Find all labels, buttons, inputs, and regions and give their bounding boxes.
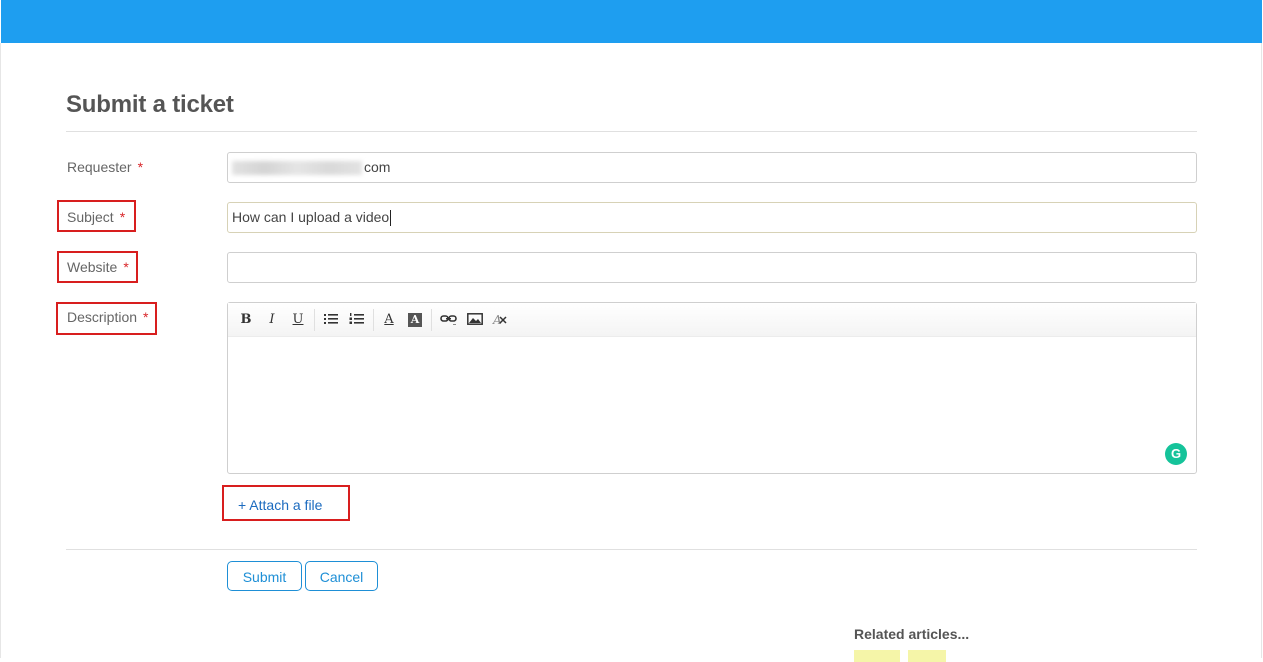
editor-toolbar: B I U A A A xyxy=(228,303,1196,337)
requester-label: Requester * xyxy=(67,159,143,175)
underline-button[interactable]: U xyxy=(289,312,307,328)
description-editor[interactable]: B I U A A A G xyxy=(227,302,1197,474)
requester-field[interactable]: com xyxy=(227,152,1197,183)
website-label-text: Website xyxy=(67,259,118,275)
image-icon xyxy=(467,313,483,325)
text-caret xyxy=(390,210,392,227)
clear-format-button[interactable]: A xyxy=(491,312,509,328)
grammarly-icon[interactable]: G xyxy=(1165,443,1187,465)
website-label: Website * xyxy=(67,259,129,275)
form-footer-divider xyxy=(66,549,1197,550)
description-label: Description * xyxy=(67,309,148,325)
related-articles-title: Related articles... xyxy=(854,626,970,642)
bold-button[interactable]: B xyxy=(237,312,255,328)
numbered-list-icon xyxy=(349,313,364,324)
submit-button[interactable]: Submit xyxy=(227,561,302,591)
link-button[interactable] xyxy=(440,312,458,328)
background-color-button[interactable]: A xyxy=(406,312,424,328)
requester-value-suffix: com xyxy=(364,159,391,175)
page-title: Submit a ticket xyxy=(66,91,234,118)
toolbar-separator xyxy=(314,309,315,331)
title-divider xyxy=(66,131,1197,132)
svg-text:A: A xyxy=(492,313,502,326)
related-article-link[interactable] xyxy=(854,650,900,662)
font-color-button[interactable]: A xyxy=(380,312,398,328)
requester-label-text: Requester xyxy=(67,159,132,175)
required-mark: * xyxy=(143,309,149,325)
image-button[interactable] xyxy=(466,312,484,328)
subject-label: Subject * xyxy=(67,209,125,225)
numbered-list-button[interactable] xyxy=(348,312,366,328)
toolbar-separator xyxy=(431,309,432,331)
required-mark: * xyxy=(119,209,126,225)
subject-value: How can I upload a video xyxy=(232,209,390,225)
bulleted-list-icon xyxy=(324,314,338,324)
top-bar xyxy=(1,0,1262,43)
website-field[interactable] xyxy=(227,252,1197,283)
background-color-glyph: A xyxy=(408,313,422,327)
toolbar-separator xyxy=(373,309,374,331)
subject-field[interactable]: How can I upload a video xyxy=(227,202,1197,233)
description-label-text: Description xyxy=(67,309,138,325)
required-mark: * xyxy=(123,259,129,275)
attach-file-link[interactable]: + Attach a file xyxy=(238,497,322,513)
cancel-button[interactable]: Cancel xyxy=(305,561,378,591)
subject-label-text: Subject xyxy=(67,209,114,225)
required-mark: * xyxy=(137,159,144,175)
bulleted-list-button[interactable] xyxy=(322,312,340,328)
clear-format-icon: A xyxy=(492,313,507,327)
link-icon xyxy=(440,315,457,325)
italic-button[interactable]: I xyxy=(263,312,281,328)
related-article-link[interactable] xyxy=(908,650,946,662)
redacted-email xyxy=(232,161,362,176)
